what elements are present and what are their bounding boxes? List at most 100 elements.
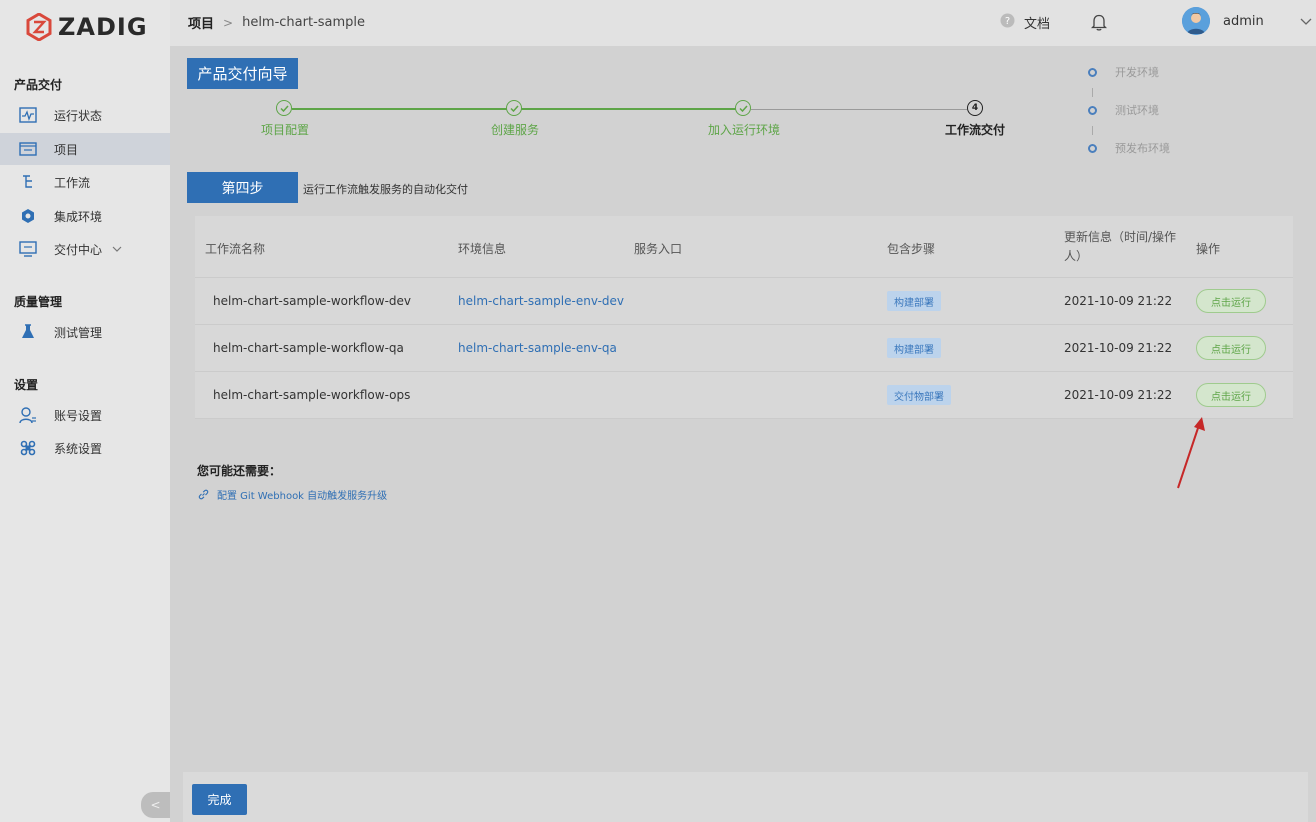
- sidebar-item-label: 项目: [54, 142, 79, 157]
- chevron-down-icon: [112, 244, 122, 255]
- workflow-name[interactable]: helm-chart-sample-workflow-dev: [213, 294, 411, 308]
- environment-icon: [18, 206, 38, 226]
- sidebar-item-account[interactable]: 账号设置: [0, 399, 170, 431]
- table-row: helm-chart-sample-workflow-ops 交付物部署 202…: [195, 372, 1293, 419]
- tips-title: 您可能还需要：: [197, 464, 282, 478]
- workflow-name[interactable]: helm-chart-sample-workflow-ops: [213, 388, 410, 402]
- sidebar-item-status[interactable]: 运行状态: [0, 99, 170, 131]
- header-workflow-name: 工作流名称: [205, 242, 266, 256]
- sidebar-item-label: 交付中心: [54, 242, 103, 257]
- footer-bar: 完成: [183, 772, 1308, 822]
- user-menu[interactable]: admin: [1182, 7, 1312, 35]
- sidebar-item-workflow[interactable]: 工作流: [0, 166, 170, 198]
- sidebar-item-test[interactable]: 测试管理: [0, 316, 170, 348]
- env-item-dev: 开发环境: [1088, 64, 1188, 80]
- help-circle-icon: ?: [1000, 13, 1015, 32]
- env-item-staging: 预发布环境: [1088, 140, 1188, 156]
- run-workflow-button[interactable]: 点击运行: [1196, 336, 1266, 360]
- sidebar-item-system[interactable]: 系统设置: [0, 432, 170, 464]
- zadig-logo-icon: [26, 13, 52, 41]
- steps-progress-pending-line: [751, 109, 967, 110]
- breadcrumb: 项目 > helm-chart-sample: [188, 13, 365, 32]
- step-4-number-badge: 4: [967, 100, 983, 116]
- sidebar: ZADIG 产品交付 运行状态 项目 工作流 集成环境 交付中心 质量管理 测试…: [0, 0, 170, 822]
- env-ring-icon: [1088, 143, 1097, 153]
- env-link[interactable]: helm-chart-sample-env-qa: [458, 341, 617, 355]
- step-3-check-icon: [735, 100, 751, 116]
- env-label: 测试环境: [1115, 104, 1159, 117]
- chevron-down-icon: [1300, 14, 1312, 29]
- table-row: helm-chart-sample-workflow-dev helm-char…: [195, 278, 1293, 325]
- env-link[interactable]: helm-chart-sample-env-dev: [458, 294, 624, 308]
- header-update-info: 更新信息（时间/操作人）: [1064, 230, 1177, 263]
- avatar: [1182, 7, 1210, 35]
- test-flask-icon: [18, 322, 38, 342]
- breadcrumb-root[interactable]: 项目: [188, 13, 214, 32]
- svg-text:?: ?: [1005, 16, 1010, 27]
- breadcrumb-separator: >: [223, 15, 234, 30]
- header-steps: 包含步骤: [887, 242, 936, 256]
- step-2-label: 创建服务: [490, 123, 540, 137]
- header-action: 操作: [1196, 242, 1221, 256]
- header-service-entry: 服务入口: [634, 242, 683, 256]
- guide-title: 产品交付向导: [187, 58, 298, 89]
- run-workflow-button[interactable]: 点击运行: [1196, 289, 1266, 313]
- step-2-check-icon: [506, 100, 522, 116]
- webhook-config-label: 配置 Git Webhook 自动触发服务升级: [217, 491, 388, 502]
- table-header: 工作流名称 环境信息 服务入口 包含步骤 更新信息（时间/操作人） 操作: [195, 216, 1293, 278]
- env-label: 预发布环境: [1115, 142, 1170, 155]
- top-header: 项目 > helm-chart-sample ? 文档 admin: [170, 0, 1316, 46]
- breadcrumb-current: helm-chart-sample: [242, 15, 366, 30]
- env-label: 开发环境: [1115, 66, 1159, 79]
- env-connector: [1092, 88, 1093, 97]
- main-content: 产品交付向导 项目配置 创建服务 加入运行环境 4 工作流交付 开发环境 测试环…: [170, 46, 1316, 822]
- header-env-info: 环境信息: [458, 242, 507, 256]
- step-tag: 构建部署: [887, 291, 941, 311]
- sidebar-item-label: 测试管理: [54, 325, 103, 340]
- logo-text: ZADIG: [58, 13, 148, 41]
- link-icon: [198, 489, 209, 500]
- step-four-description: 运行工作流触发服务的自动化交付: [303, 183, 468, 196]
- collapse-sidebar-button[interactable]: <: [141, 792, 170, 818]
- section-title-delivery: 产品交付: [14, 78, 63, 92]
- run-workflow-button[interactable]: 点击运行: [1196, 383, 1266, 407]
- docs-link[interactable]: ? 文档: [1000, 13, 1050, 32]
- table-row: helm-chart-sample-workflow-qa helm-chart…: [195, 325, 1293, 372]
- update-time: 2021-10-09 21:22: [1064, 294, 1173, 308]
- env-ring-icon: [1088, 67, 1097, 77]
- workflow-name[interactable]: helm-chart-sample-workflow-qa: [213, 341, 404, 355]
- workflow-table: 工作流名称 环境信息 服务入口 包含步骤 更新信息（时间/操作人） 操作 hel…: [195, 216, 1293, 419]
- docs-label: 文档: [1024, 17, 1051, 32]
- webhook-config-link[interactable]: 配置 Git Webhook 自动触发服务升级: [198, 487, 387, 502]
- project-icon: [18, 139, 38, 159]
- zadig-logo[interactable]: ZADIG: [26, 12, 148, 42]
- env-item-test: 测试环境: [1088, 102, 1188, 118]
- annotation-arrow-icon: [1177, 417, 1205, 489]
- done-button[interactable]: 完成: [192, 784, 247, 815]
- delivery-center-icon: [18, 239, 38, 259]
- sidebar-item-delivery-center[interactable]: 交付中心: [0, 233, 170, 265]
- sidebar-item-project[interactable]: 项目: [0, 133, 170, 165]
- update-time: 2021-10-09 21:22: [1064, 388, 1173, 402]
- step-1-label: 项目配置: [260, 123, 310, 137]
- step-tag: 构建部署: [887, 338, 941, 358]
- step-tag: 交付物部署: [887, 385, 951, 405]
- sidebar-item-label: 工作流: [54, 175, 91, 190]
- user-name: admin: [1223, 13, 1264, 29]
- update-time: 2021-10-09 21:22: [1064, 341, 1173, 355]
- status-monitor-icon: [18, 105, 38, 125]
- step-1-check-icon: [276, 100, 292, 116]
- workflow-icon: [18, 172, 38, 192]
- sidebar-item-label: 账号设置: [54, 408, 103, 423]
- env-connector: [1092, 126, 1093, 135]
- env-ring-icon: [1088, 105, 1097, 115]
- system-settings-icon: [18, 438, 38, 458]
- step-3-label: 加入运行环境: [707, 123, 781, 137]
- notification-bell-icon[interactable]: [1090, 13, 1108, 35]
- section-title-quality: 质量管理: [14, 295, 63, 309]
- user-settings-icon: [18, 405, 38, 425]
- step-four-badge: 第四步: [187, 172, 298, 203]
- sidebar-item-label: 集成环境: [54, 209, 103, 224]
- sidebar-item-environment[interactable]: 集成环境: [0, 200, 170, 232]
- sidebar-item-label: 运行状态: [54, 108, 103, 123]
